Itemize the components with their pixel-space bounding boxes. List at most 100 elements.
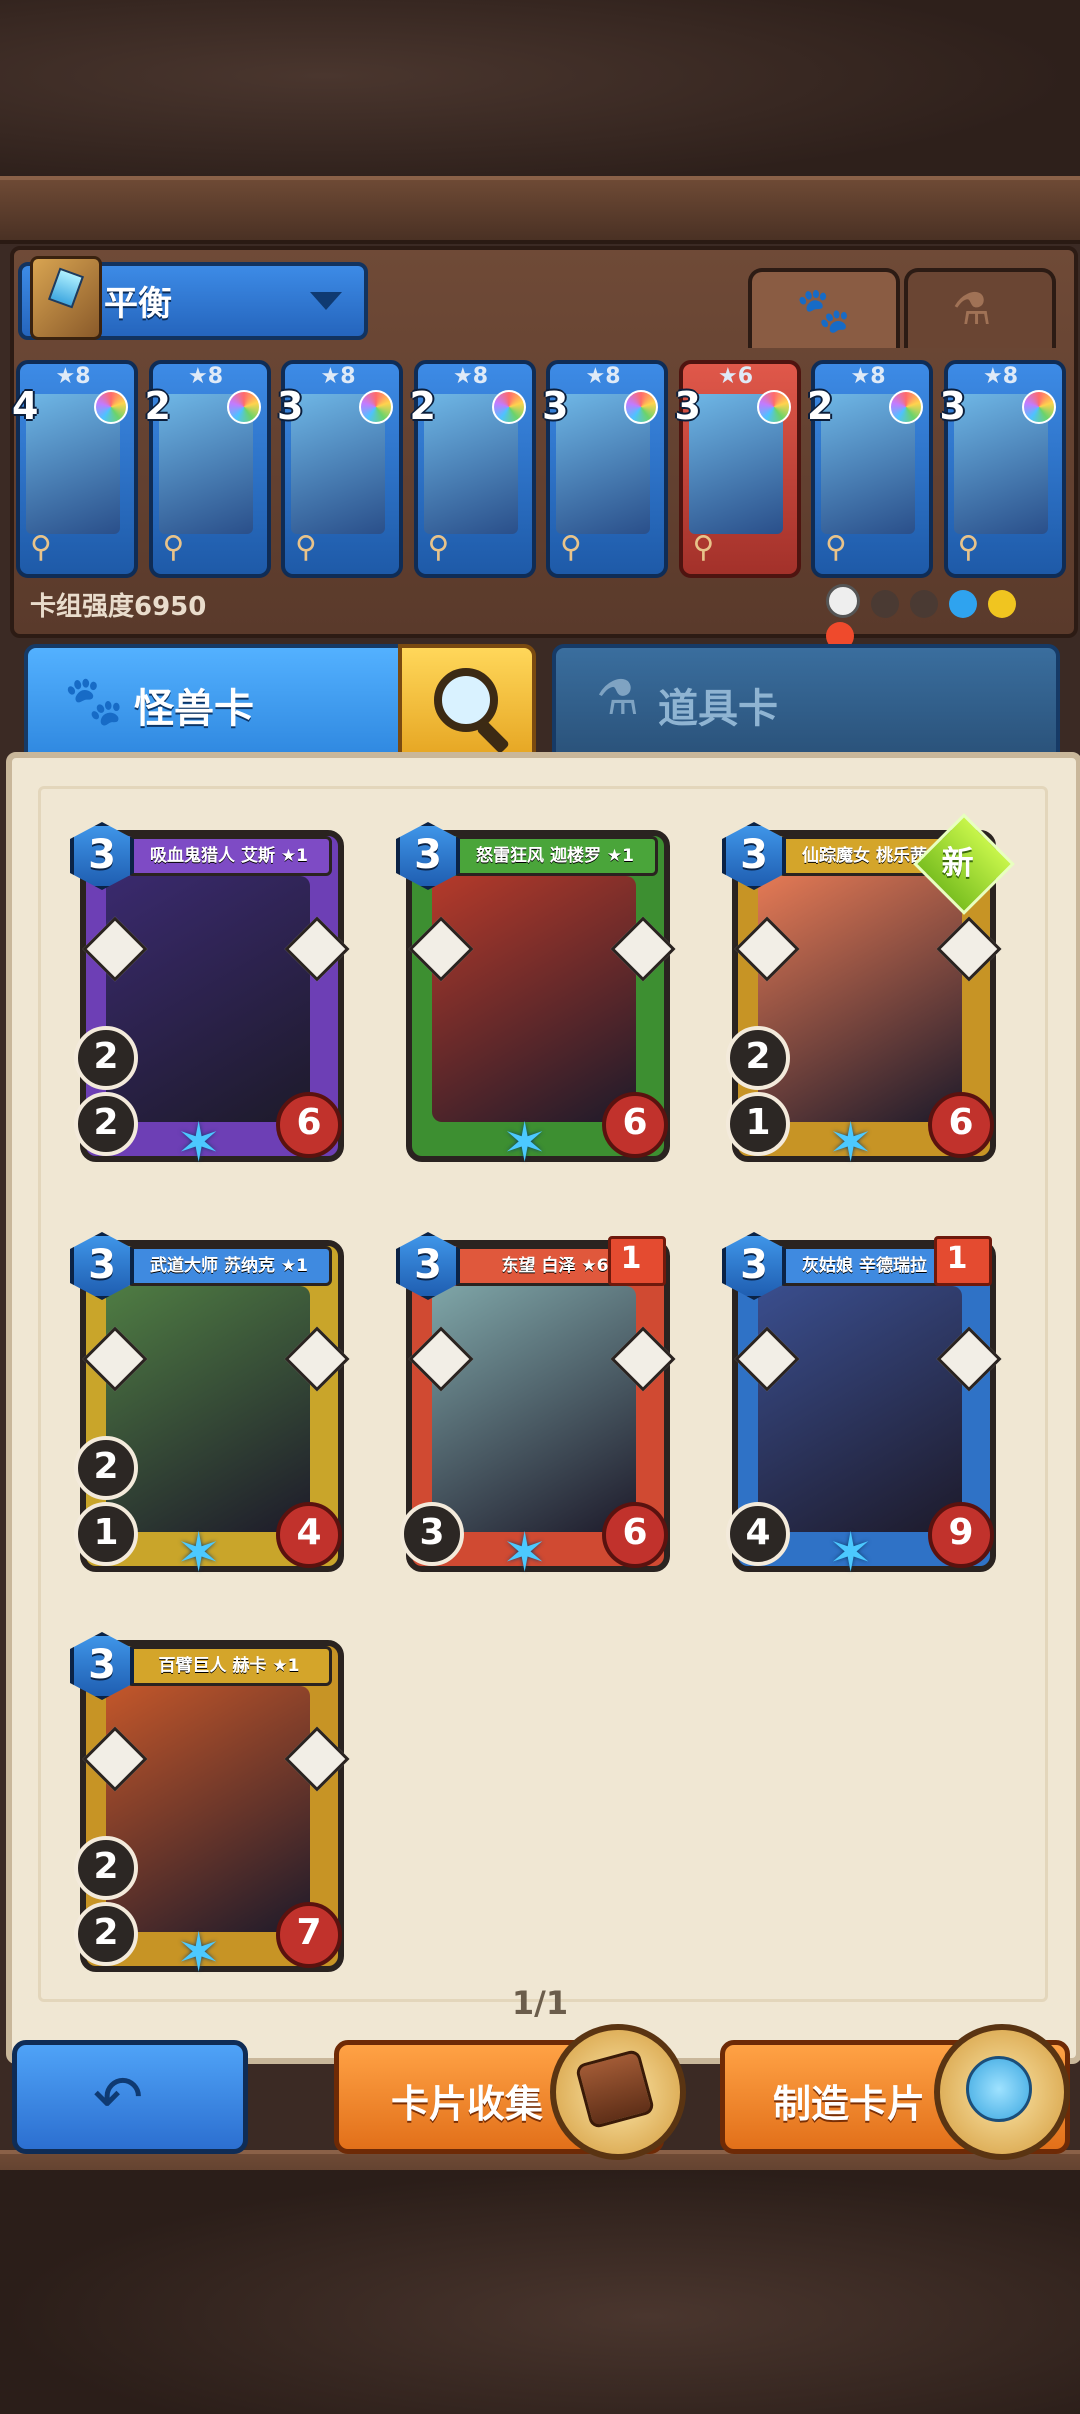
card-defense: 1 (726, 1092, 790, 1156)
new-badge-label: 新 (941, 843, 974, 882)
deck-card[interactable]: ★8 2 ⚲ (145, 360, 271, 578)
hook-icon: ⚲ (162, 530, 185, 565)
monster-card[interactable]: 东望 白泽 ★6 3 3 6 ✶ 1 (396, 1232, 676, 1584)
deck-card-cost: 3 (674, 384, 701, 428)
card-health: 4 (276, 1502, 342, 1568)
deck-card[interactable]: ★8 4 ⚲ (12, 360, 138, 578)
tab-potion-deck[interactable]: ⚗ (904, 268, 1056, 348)
rarity-star-icon: ✶ (176, 1921, 222, 1984)
card-art (106, 876, 310, 1122)
monster-card[interactable]: 灰姑娘 辛德瑞拉 ★8 3 4 9 ✶ 1 (722, 1232, 1002, 1584)
card-attack: 2 (74, 1026, 138, 1090)
rarity-star-icon: ✶ (828, 1521, 874, 1584)
deck-book-icon (30, 256, 102, 340)
card-count: 1 (946, 1241, 968, 1276)
card-attack: 2 (726, 1026, 790, 1090)
monster-card[interactable]: 吸血鬼猎人 艾斯 ★1 3 2 2 6 ✶ (70, 822, 350, 1174)
element-gem-icon (756, 390, 791, 424)
monster-card[interactable]: 武道大师 苏纳克 ★1 3 2 1 4 ✶ (70, 1232, 350, 1584)
deck-card-cost: 2 (144, 384, 171, 428)
tab-item-cards[interactable]: ⚗ 道具卡 (552, 644, 1060, 760)
rarity-star-icon: ✶ (828, 1111, 874, 1174)
thunder-element-icon[interactable] (988, 590, 1017, 618)
wood-border-top (0, 176, 1080, 244)
card-health: 6 (276, 1092, 342, 1158)
card-defense: 2 (74, 1902, 138, 1966)
hook-icon: ⚲ (825, 530, 847, 565)
card-art (106, 1686, 310, 1932)
craft-jar-icon[interactable] (934, 2024, 1070, 2160)
monster-card[interactable]: 怒雷狂风 迦楼罗 ★1 3 6 ✶ (396, 822, 676, 1170)
chevron-down-icon (310, 292, 342, 310)
potion-icon: ⚗ (596, 670, 640, 726)
hook-icon: ⚲ (560, 530, 582, 565)
hook-icon: ⚲ (427, 530, 450, 565)
card-count-flag: 1 (934, 1236, 992, 1286)
deck-card[interactable]: ★8 3 ⚲ (940, 360, 1066, 578)
card-album-icon[interactable] (550, 2024, 686, 2160)
deck-card-cost: 2 (807, 384, 834, 428)
element-gem-icon (624, 390, 658, 424)
deck-power: 卡组强度6950 (30, 592, 207, 622)
background-bottom (0, 2170, 1080, 2414)
deck-card-cost: 3 (939, 384, 966, 428)
card-name: 武道大师 苏纳克 ★1 (126, 1246, 332, 1286)
potion-icon: ⚗ (952, 284, 992, 335)
card-health: 6 (928, 1092, 994, 1158)
deck-card-cost: 2 (409, 384, 436, 428)
element-gem-icon (1021, 390, 1056, 424)
card-cost: 3 (414, 832, 442, 878)
card-count: 1 (620, 1241, 642, 1276)
card-defense: 3 (400, 1502, 464, 1566)
element-gem-icon (226, 390, 261, 424)
deck-mode-label: 平衡 (104, 284, 172, 324)
page-indicator: 1/1 (511, 1984, 569, 2022)
element-gem-icon (889, 390, 923, 424)
hook-icon: ⚲ (295, 530, 317, 565)
element-gem-icon (491, 390, 526, 424)
card-collection-label: 卡片收集 (391, 2082, 544, 2126)
card-cost: 3 (88, 832, 116, 878)
tab-monster-deck[interactable]: 🐾 (748, 268, 900, 348)
card-count-flag: 1 (608, 1236, 666, 1286)
dark-element-icon[interactable] (871, 590, 900, 618)
deck-card-cost: 3 (542, 384, 569, 428)
card-health: 6 (602, 1092, 668, 1158)
deck-card[interactable]: ★8 2 ⚲ (807, 360, 933, 578)
rarity-star-icon: ✶ (502, 1521, 548, 1584)
card-health: 6 (602, 1502, 668, 1568)
deck-card-cost: 3 (277, 384, 304, 428)
card-art (758, 1286, 962, 1532)
deck-card[interactable]: ★6 3 ⚲ (675, 360, 801, 578)
rarity-star-icon: ✶ (176, 1111, 222, 1174)
element-gem-icon (359, 390, 393, 424)
deck-card[interactable]: ★8 2 ⚲ (410, 360, 536, 578)
card-cost: 3 (414, 1242, 442, 1288)
card-cost: 3 (88, 1642, 116, 1688)
deck-card[interactable]: ★8 3 ⚲ (277, 360, 403, 578)
card-attack: 2 (74, 1436, 138, 1500)
monster-card[interactable]: 百臂巨人 赫卡 ★1 3 2 2 7 ✶ (70, 1632, 350, 1984)
element-gem-icon (94, 390, 128, 424)
back-button[interactable]: ↶ (12, 2040, 248, 2154)
card-health: 7 (276, 1902, 342, 1968)
craft-jar-icon-inner (966, 2056, 1032, 2122)
card-album-icon-inner (574, 2048, 656, 2130)
white-element-icon[interactable] (826, 584, 860, 618)
search-button[interactable] (398, 644, 536, 760)
card-attack: 2 (74, 1836, 138, 1900)
tab-item-label: 道具卡 (658, 686, 778, 732)
water-element-icon[interactable] (949, 590, 978, 618)
card-defense: 2 (74, 1092, 138, 1156)
deck-card-row: ★8 4 ⚲ ★8 2 ⚲ ★8 3 ⚲ ★8 2 ⚲ ★8 3 ⚲ ★6 3 ⚲ ★8 2 ⚲ ★8 3 ⚲ (12, 360, 1066, 580)
tab-monster-cards[interactable]: 🐾 怪兽卡 (24, 644, 410, 760)
background-top (0, 0, 1080, 190)
deck-mode-dropdown[interactable]: 平衡 (18, 256, 368, 340)
rarity-star-icon: ✶ (176, 1521, 222, 1584)
monster-card[interactable]: 仙踪魔女 桃乐茜 ★1 3 2 1 6 ✶ 新 (722, 813, 1015, 1174)
card-defense: 4 (726, 1502, 790, 1566)
card-defense: 1 (74, 1502, 138, 1566)
earth-element-icon[interactable] (910, 590, 939, 618)
card-name: 吸血鬼猎人 艾斯 ★1 (126, 836, 332, 876)
deck-card[interactable]: ★8 3 ⚲ (542, 360, 668, 578)
